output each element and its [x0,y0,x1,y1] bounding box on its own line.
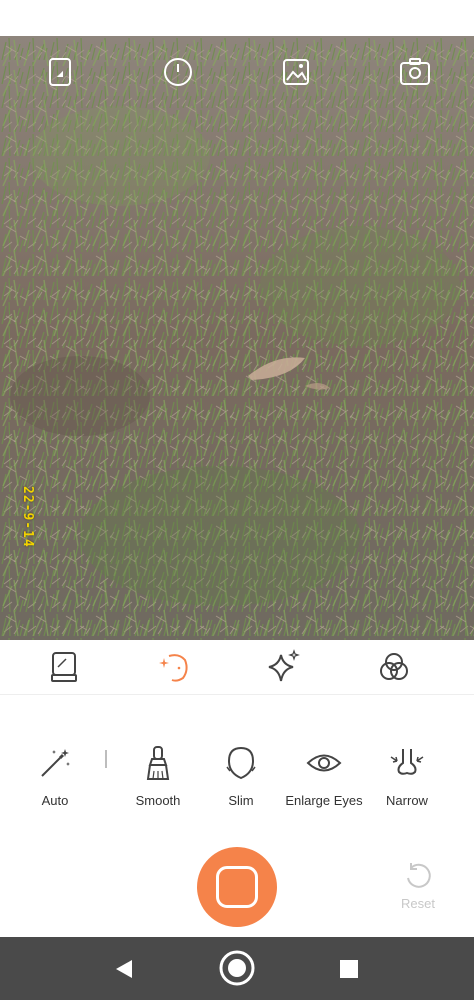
tool-auto[interactable]: Auto [10,745,100,815]
shutter-icon [216,866,258,908]
tool-enlarge-eyes-label: Enlarge Eyes [285,793,363,808]
effects-tab[interactable] [265,649,301,685]
reset-label: Reset [401,896,435,911]
reset-button[interactable]: Reset [394,860,442,916]
timer-button[interactable] [160,54,196,90]
makeup-tab[interactable] [46,649,82,685]
nav-back-button[interactable] [110,955,138,983]
status-bar [0,0,474,36]
timer-icon [164,58,192,86]
svg-text:◢: ◢ [57,69,64,78]
makeup-icon [51,652,77,682]
brush-icon [140,745,176,781]
aspect-ratio-icon: ◢ [49,58,71,86]
tool-enlarge-eyes[interactable]: Enlarge Eyes [279,745,369,815]
mode-tabs [0,640,474,695]
nav-home-button[interactable] [217,948,257,988]
gallery-icon [283,59,309,85]
switch-camera-icon [400,58,430,85]
nose-icon [389,745,425,781]
tool-divider [105,750,107,768]
tool-slim[interactable]: Slim [196,745,286,815]
date-stamp: 22-9-14 [20,486,35,548]
nav-recents-button[interactable] [336,956,362,982]
camera-viewfinder[interactable]: ◢ 22-9-14 [0,36,474,640]
recents-square-icon [340,960,358,978]
filter-circles-icon [380,653,408,680]
back-triangle-icon [116,960,132,978]
beauty-tools: Auto Smooth Slim Enlarge Eyes Narrow [0,695,474,835]
face-outline-icon [223,745,259,781]
undo-icon [407,863,431,888]
system-nav-bar [0,937,474,1000]
sparkle-icon [268,649,300,682]
home-circle-icon [219,950,255,986]
aspect-ratio-button[interactable]: ◢ [42,54,78,90]
tool-smooth-label: Smooth [135,793,181,808]
beauty-tab[interactable] [156,649,192,685]
switch-camera-button[interactable] [397,54,433,90]
tool-narrow-label: Narrow [386,793,428,808]
gallery-button[interactable] [278,54,314,90]
tool-narrow[interactable]: Narrow [362,745,452,815]
filters-tab[interactable] [376,649,412,685]
camera-screen: ◢ 22-9-14 Auto Smooth Slim Enlarge Eyes … [0,0,474,1000]
eye-icon [306,745,342,781]
tool-slim-label: Slim [228,793,254,808]
magic-wand-icon [37,745,73,781]
grass-scene [0,36,474,640]
tool-auto-label: Auto [41,793,69,808]
tool-smooth[interactable]: Smooth [113,745,203,815]
shutter-button[interactable] [197,847,277,927]
face-sparkle-icon [159,654,188,682]
